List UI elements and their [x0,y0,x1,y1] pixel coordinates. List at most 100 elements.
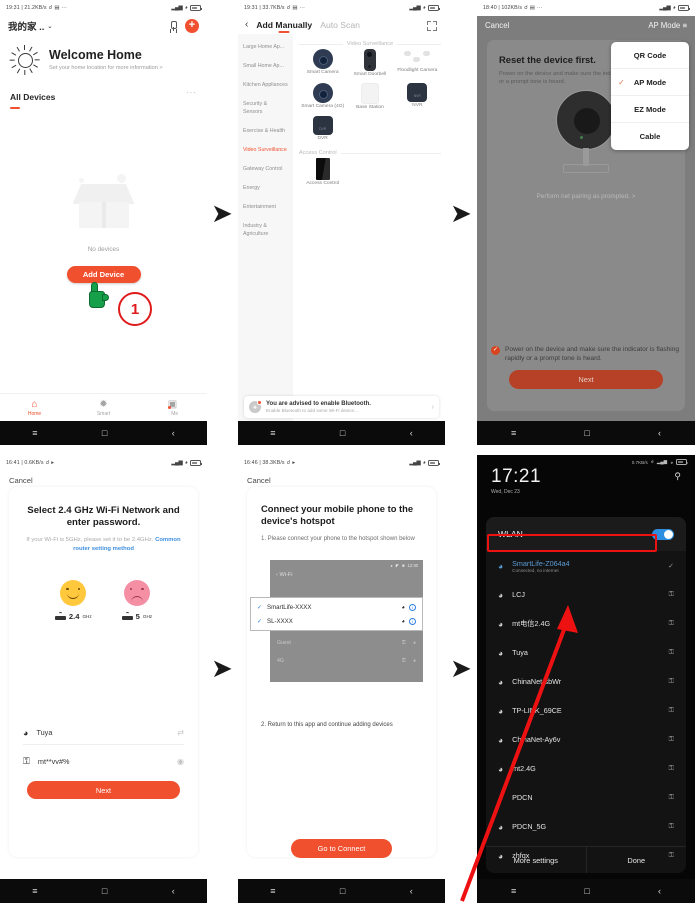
tab-auto-scan[interactable]: Auto Scan [320,20,360,30]
battery-icon [678,5,690,11]
nav-back-button[interactable]: ‹ [410,428,413,438]
info-icon[interactable]: i [409,617,416,625]
pairing-mode-option[interactable]: Cable [611,123,689,150]
band-5ghz-label: 5 GHz [121,612,152,621]
connection-status: Connected, no internet [512,567,559,573]
category-item[interactable]: Security & Sensors [238,95,293,121]
category-item[interactable]: Exercise & Health [238,122,293,141]
bluetooth-title: You are advised to enable Bluetooth. [266,401,371,407]
switch-network-icon[interactable]: ⇄ [177,728,184,737]
sun-ray [24,70,26,75]
category-item[interactable]: Large Home Ap... [238,38,293,57]
category-item[interactable]: Gateway Control [238,160,293,179]
device-tile-smart-camera[interactable]: Smart Camera [299,49,346,78]
ssid-label: 4G [277,658,284,664]
password-field[interactable]: ⚿ mt**vv#% ◉ [23,749,184,773]
floodlight-camera-icon [404,51,431,67]
add-device-button[interactable]: Add Device [66,266,141,283]
category-item[interactable]: Small Home Ap... [238,57,293,76]
nav-menu-button[interactable]: ≡ [270,428,275,438]
device-tile-nvr[interactable]: NVR [394,83,441,111]
highlighted-hotspot-row[interactable]: ✓ SmartLife-XXXX ◕ i [251,600,422,614]
battery-icon [190,5,202,11]
nav-back-button[interactable]: ‹ [172,886,175,896]
net-pairing-link[interactable]: Perform net pairing as prompted. > [477,193,695,200]
nav-back-button[interactable]: ‹ [410,886,413,896]
tab-me[interactable]: ▣ Me [138,399,207,417]
ssid-label: SmartLife-XXXX [267,603,312,611]
hotspot-step-2: 2. Return to this app and continue addin… [261,722,393,728]
dnd-icon: ☌ [286,5,291,11]
nav-home-button[interactable]: □ [340,886,345,896]
sun-ray [11,51,17,56]
location-icon: ▸ [292,460,296,466]
nav-home-button[interactable]: □ [102,428,107,438]
tab-home[interactable]: ⌂ Home [0,399,69,417]
next-button[interactable]: Next [509,370,663,389]
category-sidebar: Large Home Ap... Small Home Ap... Kitchen … [238,34,293,433]
android-nav-bar: ≡ □ ‹ [477,421,695,445]
tab-smart[interactable]: ✹ Smart [69,399,138,417]
add-plus-button[interactable]: + [185,19,199,33]
device-grid-video: Smart Camera Smart Doorbell Floodlight C… [299,49,441,147]
ssid-field[interactable]: ◕ Tuya ⇄ [23,721,184,745]
ap-mode-selector[interactable]: AP Mode ≡ [648,21,687,30]
cancel-button[interactable]: Cancel [238,471,445,485]
scan-frame-icon[interactable] [427,21,437,31]
wifi-icon: ◕ [401,617,405,625]
lock-icon: ⚿ [668,619,674,627]
phone-screen-hotspot: 16:46 | 38.3KB/s ☌ ▸ ▂▄▆ ◕ Cancel Connec… [238,455,445,903]
info-icon[interactable]: i [409,603,416,611]
eye-icon[interactable]: ◉ [177,757,184,766]
nav-menu-button[interactable]: ≡ [511,428,516,438]
home-selector[interactable]: 我的家 .. ⌄ [8,19,52,33]
device-label: Smart Camera [306,70,339,75]
password-value: mt**vv#% [37,756,70,766]
device-tile-dvr[interactable]: DVR [299,116,346,142]
nav-back-button[interactable]: ‹ [172,428,175,438]
back-button[interactable]: ‹ [245,19,248,30]
reset-confirm-note[interactable]: ✓ Power on the device and make sure the … [491,345,681,363]
cancel-button[interactable]: Cancel [485,21,509,30]
category-item[interactable]: Video Surveillance [238,141,293,160]
highlighted-hotspot-row[interactable]: ✓ SL-XXXX ◕ i [251,614,422,628]
done-button[interactable]: Done [585,847,687,873]
nav-home-button[interactable]: □ [340,428,345,438]
device-tile-base-station[interactable]: Base Station [346,83,393,111]
highlighted-hotspots: ✓ SmartLife-XXXX ◕ i ✓ SL-XXXX ◕ i [250,597,423,631]
go-to-connect-button[interactable]: Go to Connect [291,839,392,858]
wifi-subtext: If your Wi-Fi is 5GHz, please set it to … [9,529,198,554]
pairing-mode-option[interactable]: QR Code [611,42,689,69]
section-more-button[interactable]: ··· [186,88,197,97]
device-tile-access-control[interactable]: Access Control [299,158,346,187]
nav-menu-button[interactable]: ≡ [32,428,37,438]
pairing-mode-option[interactable]: EZ Mode [611,96,689,123]
nav-menu-button[interactable]: ≡ [270,886,275,896]
nav-menu-button[interactable]: ≡ [32,886,37,896]
device-tile-smart-camera-4g[interactable]: Smart Camera (4G) [299,83,346,111]
category-item[interactable]: Entertainment [238,198,293,217]
pairing-mode-option[interactable]: ✓ AP Mode [611,69,689,96]
category-item[interactable]: Industry & Agriculture [238,217,293,243]
next-button[interactable]: Next [27,781,180,799]
band-5ghz: 5 GHz [121,579,152,621]
pairing-mode-option-label: AP Mode [633,77,667,87]
device-tile-smart-doorbell[interactable]: Smart Doorbell [346,49,393,78]
category-item[interactable]: Energy [238,179,293,198]
device-tile-floodlight-camera[interactable]: Floodlight Camera [394,49,441,78]
microphone-icon[interactable] [169,20,177,32]
welcome-banner[interactable]: Welcome Home Set your home location for … [0,35,207,81]
bluetooth-advice-banner[interactable]: ⚹ You are advised to enable Bluetooth. E… [244,396,439,418]
android-nav-bar: ≡ □ ‹ [0,879,207,903]
wifi-icon: ◕ [401,603,405,611]
nav-home-button[interactable]: □ [584,428,589,438]
search-icon[interactable]: ⚲ [674,471,681,482]
category-item[interactable]: Kitchen Appliances [238,76,293,95]
cancel-button[interactable]: Cancel [0,471,207,485]
nav-home-button[interactable]: □ [102,886,107,896]
nav-back-button[interactable]: ‹ [658,886,661,896]
nav-back-button[interactable]: ‹ [658,428,661,438]
lock-icon: ⚿ [668,793,674,801]
tab-add-manually[interactable]: Add Manually [256,20,312,33]
hotspot-step-1: 1. Please connect your phone to the hots… [261,536,415,543]
